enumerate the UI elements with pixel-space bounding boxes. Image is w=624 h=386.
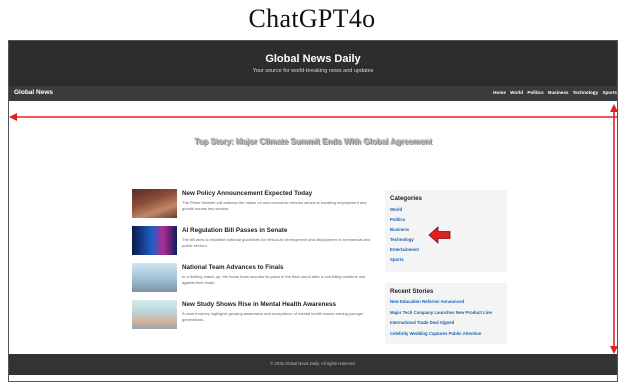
nav-link-home[interactable]: Home: [493, 90, 506, 95]
category-link-technology[interactable]: Technology: [390, 237, 419, 247]
recent-stories-heading: Recent Stories: [390, 288, 434, 295]
site-header: Global News Daily Your source for world-…: [9, 41, 617, 86]
article-thumbnail[interactable]: [132, 189, 177, 218]
category-link-entertainment[interactable]: Entertainment: [390, 247, 419, 257]
recent-story-link[interactable]: International Trade Deal Signed: [390, 320, 492, 331]
article-item[interactable]: National Team Advances to Finals In a th…: [132, 263, 375, 300]
category-link-business[interactable]: Business: [390, 227, 419, 237]
nav-link-technology[interactable]: Technology: [573, 90, 598, 95]
article-item[interactable]: New Study Shows Rise in Mental Health Aw…: [132, 300, 375, 337]
top-story-headline[interactable]: Top Story: Major Climate Summit Ends Wit…: [9, 137, 617, 146]
article-title[interactable]: New Study Shows Rise in Mental Health Aw…: [182, 301, 336, 308]
recent-story-link[interactable]: Celebrity Wedding Captures Public Attent…: [390, 331, 492, 342]
recent-stories-list: New Education Reforms Announced Major Te…: [390, 299, 492, 341]
article-summary: In a thrilling match-up, the home team s…: [182, 274, 365, 285]
recent-story-link[interactable]: Major Tech Company Launches New Product …: [390, 310, 492, 321]
article-title[interactable]: National Team Advances to Finals: [182, 264, 283, 271]
navbar-brand[interactable]: Global News: [14, 89, 53, 96]
site-tagline: Your source for world-breaking news and …: [252, 68, 374, 74]
site-title: Global News Daily: [265, 53, 361, 65]
category-link-sports[interactable]: Sports: [390, 257, 419, 267]
category-link-world[interactable]: World: [390, 207, 419, 217]
nav-links: Home World Politics Business Technology …: [490, 90, 617, 95]
nav-link-world[interactable]: World: [510, 90, 523, 95]
image-caption: ChatGPT4o: [248, 4, 376, 33]
recent-stories-panel: Recent Stories New Education Reforms Ann…: [385, 283, 507, 344]
article-summary: The Prime Minister will address the nati…: [182, 200, 367, 211]
categories-list: World Politics Business Technology Enter…: [390, 207, 419, 267]
browser-page: Global News Daily Your source for world-…: [8, 40, 618, 382]
recent-story-link[interactable]: New Education Reforms Announced: [390, 299, 492, 310]
article-item[interactable]: New Policy Announcement Expected Today T…: [132, 189, 375, 226]
site-footer: © 2025 Global News Daily. All rights res…: [9, 354, 617, 375]
categories-heading: Categories: [390, 195, 422, 202]
article-title[interactable]: AI Regulation Bill Passes in Senate: [182, 227, 287, 234]
nav-link-business[interactable]: Business: [548, 90, 568, 95]
category-link-politics[interactable]: Politics: [390, 217, 419, 227]
article-thumbnail[interactable]: [132, 263, 177, 292]
article-summary: A recent survey highlights growing aware…: [182, 311, 364, 322]
article-title[interactable]: New Policy Announcement Expected Today: [182, 190, 312, 197]
navbar: Global News Home World Politics Business…: [9, 86, 617, 101]
article-item[interactable]: AI Regulation Bill Passes in Senate The …: [132, 226, 375, 263]
article-summary: The bill aims to establish national guid…: [182, 237, 371, 248]
article-list: New Policy Announcement Expected Today T…: [132, 189, 375, 337]
nav-link-sports[interactable]: Sports: [602, 90, 617, 95]
article-thumbnail[interactable]: [132, 226, 177, 255]
article-thumbnail[interactable]: [132, 300, 177, 329]
nav-link-politics[interactable]: Politics: [527, 90, 543, 95]
categories-panel: Categories World Politics Business Techn…: [385, 190, 507, 272]
